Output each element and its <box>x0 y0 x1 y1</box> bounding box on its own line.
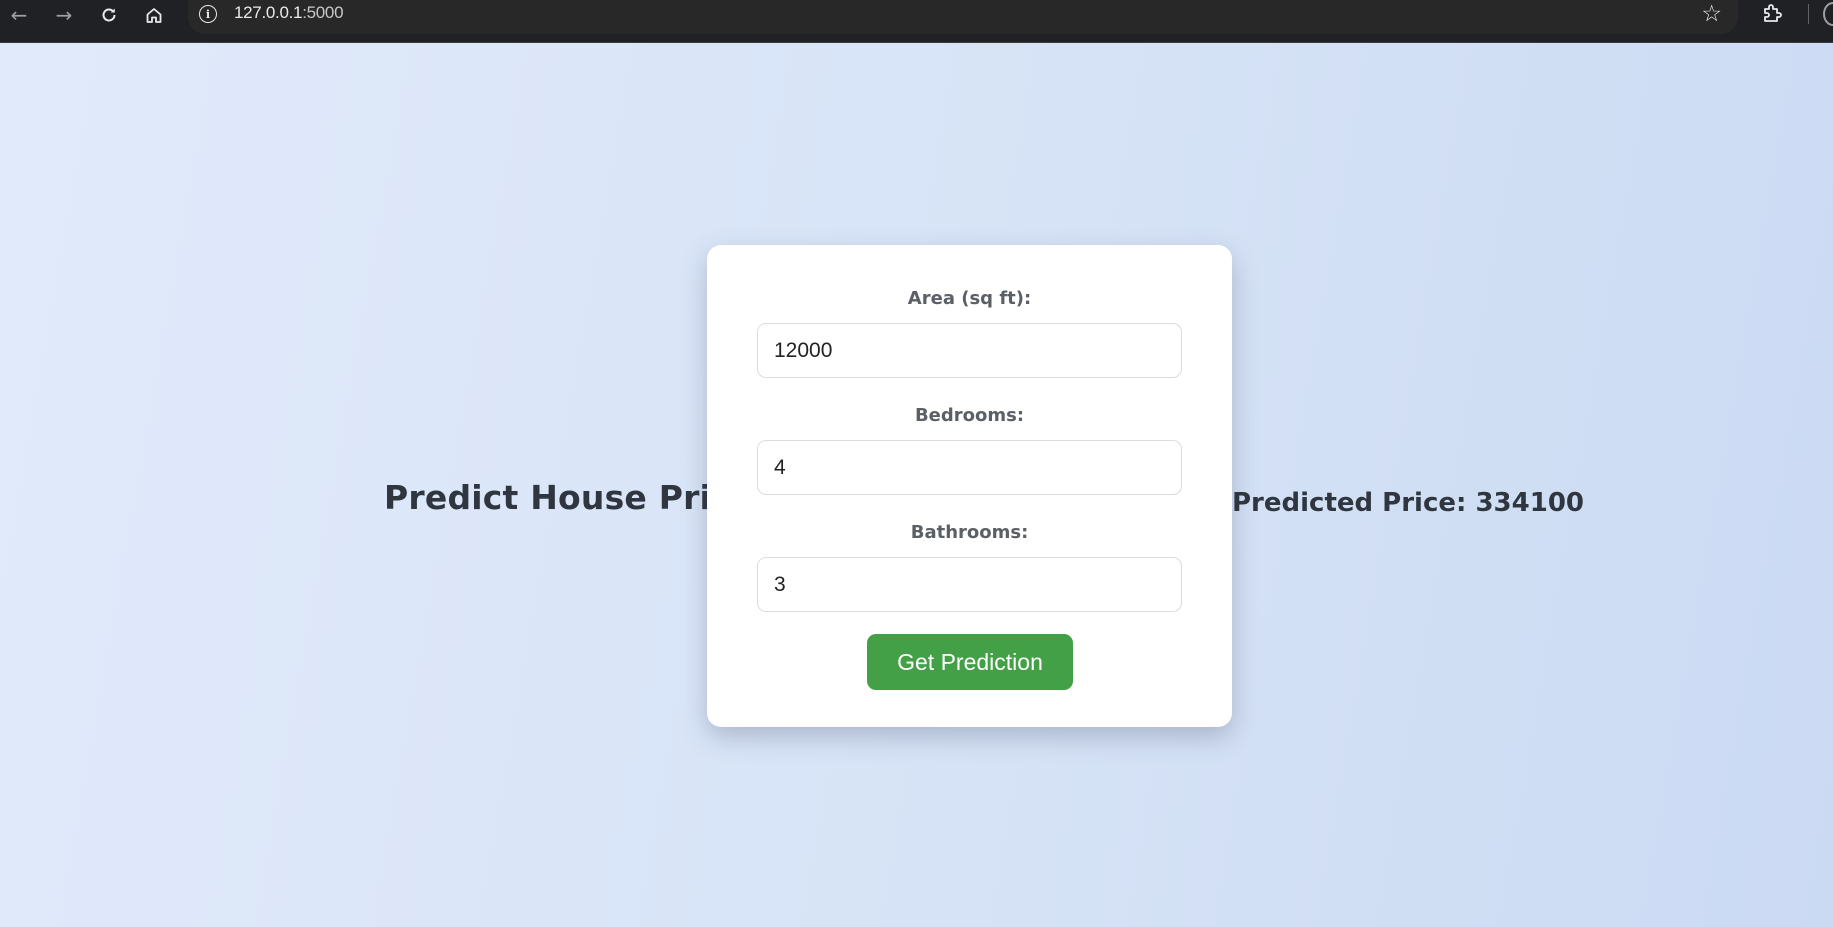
get-prediction-button[interactable]: Get Prediction <box>867 634 1073 690</box>
predicted-price-text: Predicted Price: 334100 <box>1232 488 1585 518</box>
arrow-left-icon: ← <box>10 3 28 27</box>
home-button[interactable] <box>139 0 169 30</box>
url-port: :5000 <box>302 3 344 22</box>
page-body: Predict House Prices Area (sq ft): Bedro… <box>0 43 1833 927</box>
prediction-form: Area (sq ft): Bedrooms: Bathrooms: Get P… <box>707 245 1232 727</box>
forward-button[interactable]: → <box>49 0 79 30</box>
url-text[interactable]: 127.0.0.1:5000 <box>234 3 344 23</box>
bathrooms-input[interactable] <box>757 557 1182 612</box>
browser-toolbar: ← → i 127.0.0.1:5000 ☆ <box>0 0 1833 43</box>
profile-avatar[interactable] <box>1823 2 1833 26</box>
bedrooms-label: Bedrooms: <box>914 405 1025 426</box>
area-label: Area (sq ft): <box>907 288 1032 309</box>
bathrooms-label: Bathrooms: <box>910 522 1029 543</box>
arrow-right-icon: → <box>55 3 73 27</box>
star-icon[interactable]: ☆ <box>1701 1 1722 27</box>
toolbar-divider <box>1808 4 1809 24</box>
home-icon <box>146 8 162 23</box>
area-input[interactable] <box>757 323 1182 378</box>
address-bar[interactable]: i 127.0.0.1:5000 ☆ <box>188 0 1738 34</box>
url-host: 127.0.0.1 <box>234 3 303 22</box>
reload-icon <box>102 8 116 22</box>
puzzle-icon[interactable] <box>1761 2 1785 26</box>
reload-button[interactable] <box>94 0 124 30</box>
info-icon[interactable]: i <box>199 5 217 23</box>
bedrooms-input[interactable] <box>757 440 1182 495</box>
back-button[interactable]: ← <box>4 0 34 30</box>
